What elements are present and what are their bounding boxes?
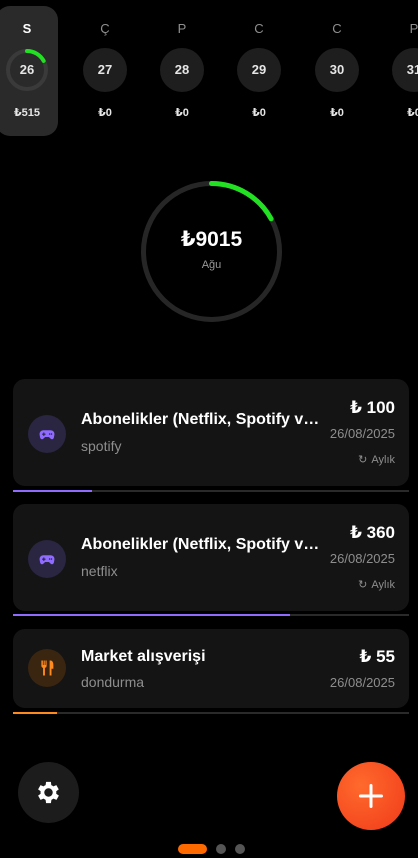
day-amount: ₺0	[252, 107, 266, 119]
expense-amount: ₺ 100	[350, 398, 395, 417]
day-amount: ₺0	[175, 107, 189, 119]
monthly-total-month: Ağu	[201, 259, 222, 271]
fork-knife-icon	[41, 660, 54, 676]
day-number: 30	[329, 62, 345, 77]
day-number: 27	[97, 62, 113, 77]
day-letter: Ç	[100, 21, 110, 36]
repeat-icon: ↻	[358, 454, 368, 466]
day-amount: ₺0	[330, 107, 344, 119]
repeat-icon: ↻	[358, 579, 368, 591]
page-indicator	[0, 844, 418, 854]
day-letter: P	[177, 21, 187, 36]
plus-icon	[359, 784, 383, 808]
day-item-27[interactable]: Ç 27 ₺0	[74, 6, 136, 136]
expense-recurrence: ↻ Aylık	[358, 453, 395, 466]
day-item-31[interactable]: P 31 ₺0	[383, 6, 418, 136]
recurrence-label: Aylık	[371, 454, 395, 466]
day-amount: ₺515	[13, 107, 40, 119]
expense-title: Abonelikler (Netflix, Spotify ve Diğer)	[81, 411, 321, 428]
expense-date: 26/08/2025	[329, 426, 395, 441]
expense-progress-fill	[13, 490, 93, 492]
expense-date: 26/08/2025	[329, 675, 395, 690]
page-dot-active[interactable]	[178, 844, 207, 854]
page-dot[interactable]	[235, 844, 245, 854]
monthly-total-amount: ₺9015	[180, 228, 243, 251]
expense-progress-track	[13, 712, 409, 714]
day-letter: S	[22, 21, 32, 36]
recurrence-label: Aylık	[371, 579, 395, 591]
day-number: 28	[174, 62, 190, 77]
gamepad-icon	[39, 430, 55, 440]
expense-progress-fill	[13, 712, 57, 714]
day-number: 26	[19, 62, 35, 77]
expense-card-market[interactable]: Market alışverişi dondurma ₺ 55 26/08/20…	[13, 629, 409, 708]
expense-subtitle: spotify	[81, 438, 122, 454]
expense-title: Abonelikler (Netflix, Spotify ve Diğer)	[81, 536, 321, 553]
gamepad-icon	[39, 555, 55, 565]
day-circle: 29	[237, 48, 281, 92]
day-item-30[interactable]: C 30 ₺0	[306, 6, 368, 136]
day-strip: S 26 ₺515 Ç 27 ₺0 P 28 ₺0 C 29 ₺0 C 30 ₺…	[0, 0, 418, 140]
category-icon-badge	[28, 540, 66, 578]
expense-card-spotify[interactable]: Abonelikler (Netflix, Spotify ve Diğer) …	[13, 379, 409, 486]
expense-progress-fill	[13, 614, 291, 616]
day-number: 31	[406, 62, 418, 77]
expense-subtitle: dondurma	[81, 674, 145, 690]
expense-title: Market alışverişi	[81, 648, 206, 665]
day-item-26[interactable]: S 26 ₺515	[0, 6, 58, 136]
day-item-29[interactable]: C 29 ₺0	[228, 6, 290, 136]
expense-recurrence: ↻ Aylık	[358, 578, 395, 591]
add-expense-button[interactable]	[337, 762, 405, 830]
expense-card-netflix[interactable]: Abonelikler (Netflix, Spotify ve Diğer) …	[13, 504, 409, 611]
day-number: 29	[251, 62, 267, 77]
day-circle: 31	[392, 48, 418, 92]
day-item-28[interactable]: P 28 ₺0	[151, 6, 213, 136]
expense-subtitle: netflix	[81, 563, 118, 579]
category-icon-badge	[28, 649, 66, 687]
category-icon-badge	[28, 415, 66, 453]
day-amount: ₺0	[98, 107, 112, 119]
settings-button[interactable]	[18, 762, 79, 823]
expense-amount: ₺ 360	[350, 523, 395, 542]
day-progress-ring: 26	[5, 48, 49, 92]
day-amount: ₺0	[407, 107, 418, 119]
day-circle: 30	[315, 48, 359, 92]
monthly-total-ring: ₺9015 Ağu	[139, 179, 284, 324]
day-item-31-inner: P 31 ₺0	[383, 6, 418, 136]
day-letter: P	[409, 21, 418, 36]
expense-progress-track	[13, 490, 409, 492]
day-circle: 27	[83, 48, 127, 92]
day-letter: C	[332, 21, 342, 36]
day-letter: C	[254, 21, 264, 36]
gear-icon	[38, 781, 59, 804]
expense-progress-track	[13, 614, 409, 616]
expense-amount: ₺ 55	[359, 647, 395, 666]
day-circle: 28	[160, 48, 204, 92]
expense-date: 26/08/2025	[329, 551, 395, 566]
page-dot[interactable]	[216, 844, 226, 854]
